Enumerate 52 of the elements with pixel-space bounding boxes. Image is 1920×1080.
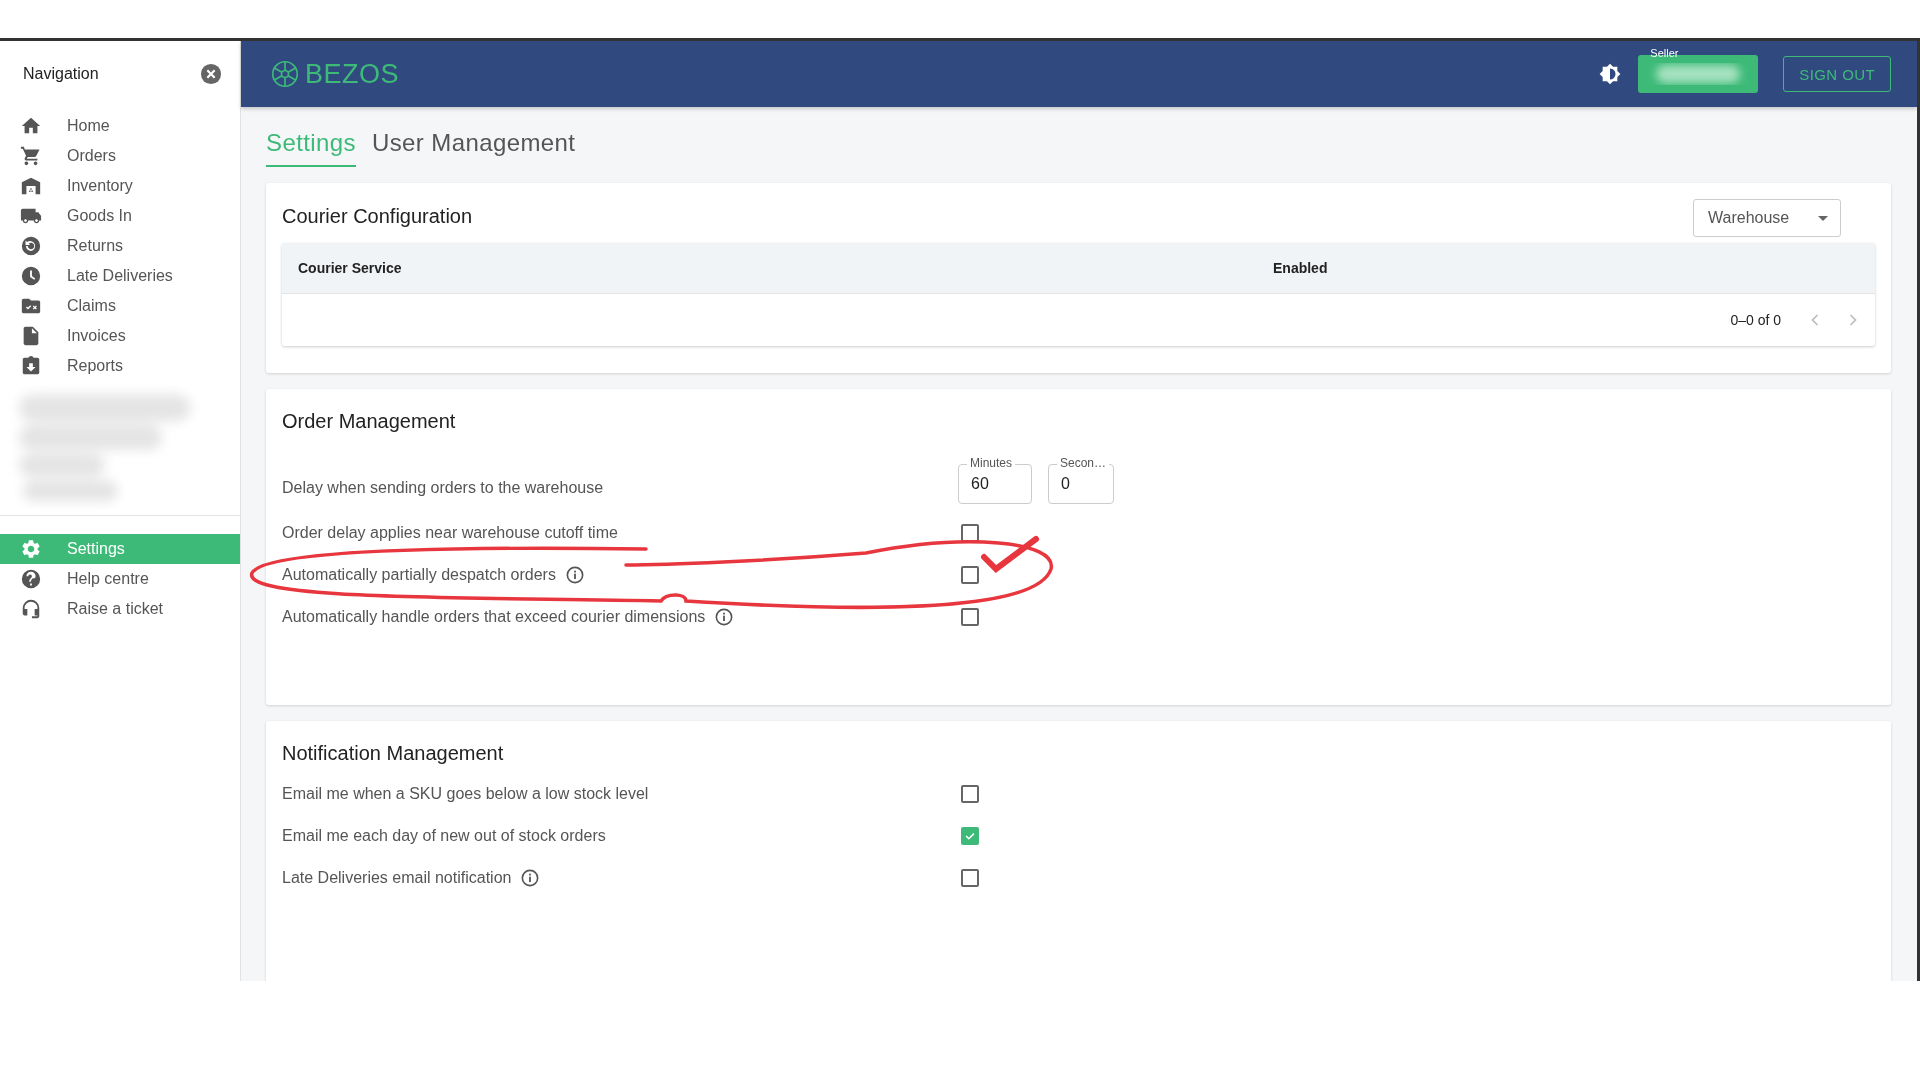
setting-label: Email me each day of new out of stock orders [282, 827, 606, 845]
clock-icon [20, 265, 42, 287]
nav-item[interactable]: Inventory [0, 171, 240, 201]
checkbox[interactable] [961, 566, 979, 584]
settings-icon [20, 538, 42, 560]
help-icon [20, 568, 42, 590]
checkbox[interactable] [961, 827, 979, 845]
hand-drawn-tick [981, 536, 1039, 573]
logo-text: BEZOS [305, 58, 400, 90]
warehouse-dropdown[interactable]: Warehouse [1693, 199, 1841, 237]
info-icon[interactable] [565, 566, 584, 584]
nav-item[interactable]: Orders [0, 141, 240, 171]
setting-label: Delay when sending orders to the warehouse [282, 477, 605, 497]
checkbox[interactable] [961, 524, 979, 542]
column-header: Enabled [1273, 260, 1329, 276]
nav-item[interactable]: Returns [0, 231, 240, 261]
sidebar-title: Navigation [23, 65, 99, 83]
sign-out-button[interactable]: SIGN OUT [1783, 56, 1891, 92]
nav-item[interactable]: Claims [0, 291, 240, 321]
info-icon[interactable] [715, 608, 734, 626]
close-icon[interactable] [200, 63, 222, 85]
setting-label: Email me when a SKU goes below a low stock level [282, 785, 649, 803]
checkbox[interactable] [961, 869, 979, 887]
nav-item[interactable]: Raise a ticket [0, 594, 240, 624]
setting-label: Late Deliveries email notification [282, 869, 512, 887]
column-header: Courier Service [298, 260, 403, 276]
brightness-icon[interactable] [1599, 63, 1622, 85]
headset-icon [20, 598, 42, 620]
cart-icon [20, 145, 42, 167]
caret-icon [1818, 215, 1828, 221]
account-label: Seller [1650, 47, 1679, 60]
clipboard-icon [20, 355, 42, 377]
card-title: Order Management [282, 409, 457, 433]
tab[interactable]: User Management [371, 125, 576, 167]
checkbox[interactable] [961, 785, 979, 803]
setting-label: Automatically handle orders that exceed courier dimensions [282, 608, 706, 626]
setting-label: Automatically partially despatch orders [282, 566, 556, 584]
info-icon[interactable] [521, 869, 540, 887]
nav-item[interactable]: Late Deliveries [0, 261, 240, 291]
checkbox[interactable] [961, 608, 979, 626]
restore-icon [20, 235, 42, 257]
setting-label: Order delay applies near warehouse cutoff time [282, 524, 618, 542]
nav-item[interactable]: Reports [0, 351, 240, 381]
warehouse-icon [20, 175, 42, 197]
nav-item[interactable]: Goods In [0, 201, 240, 231]
logo-icon [271, 60, 299, 88]
card-title: Notification Management [282, 741, 505, 765]
card-title: Courier Configuration [282, 204, 473, 228]
pagination-text: 0–0 of 0 [1730, 312, 1781, 328]
nav-item[interactable]: Help centre [0, 564, 240, 594]
nav-item[interactable]: Home [0, 111, 240, 141]
nav-item[interactable]: Invoices [0, 321, 240, 351]
